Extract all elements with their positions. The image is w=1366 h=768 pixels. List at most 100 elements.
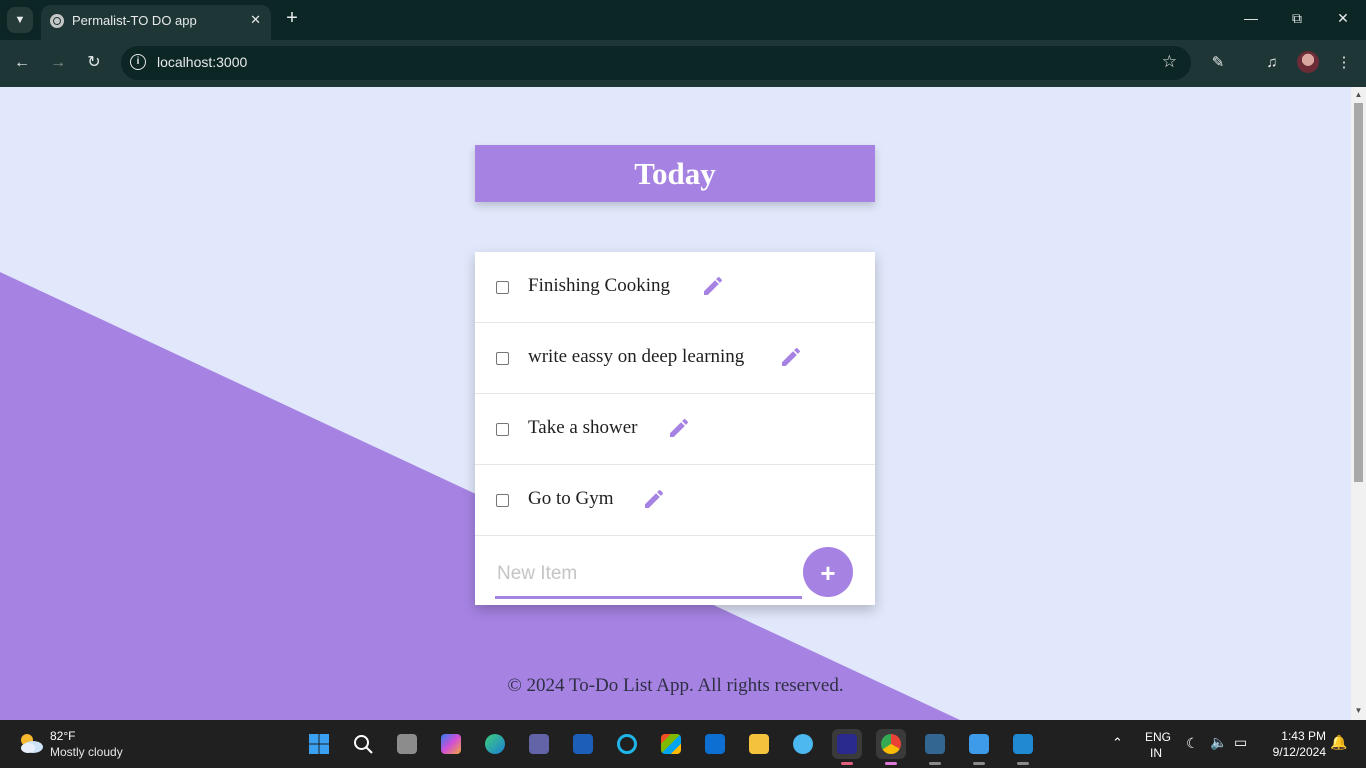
chevron-down-icon: ▼	[14, 14, 26, 26]
language-secondary[interactable]: IN	[1150, 746, 1162, 760]
reload-button[interactable]: ↻	[83, 52, 105, 74]
close-window-button[interactable]: ✕	[1320, 10, 1366, 27]
scroll-down-arrow-icon[interactable]: ▼	[1354, 706, 1363, 715]
new-item-input[interactable]	[495, 551, 802, 599]
store-icon	[661, 734, 681, 754]
notification-bell-icon[interactable]: 🔔	[1330, 734, 1347, 751]
running-indicator	[885, 762, 897, 765]
app-w-button[interactable]	[832, 729, 862, 765]
profile-avatar[interactable]	[1297, 51, 1319, 73]
edge-button[interactable]	[480, 729, 510, 759]
postgres-button[interactable]	[920, 729, 950, 765]
cortana-button[interactable]	[612, 729, 642, 759]
tab-title: Permalist-TO DO app	[72, 13, 197, 28]
search-icon	[354, 735, 373, 754]
clock-date: 9/12/2024	[1272, 745, 1326, 759]
lightbulb-icon	[793, 734, 813, 754]
windows-logo-icon	[309, 734, 329, 754]
browser-tab[interactable]: Permalist-TO DO app ✕	[41, 5, 271, 40]
address-bar[interactable]: i localhost:3000 ☆	[121, 46, 1191, 80]
list-item: Take a shower	[475, 394, 875, 465]
clock-time: 1:43 PM	[1281, 729, 1326, 743]
pencil-icon[interactable]	[779, 345, 803, 369]
extensions-icon[interactable]: ✎	[1207, 52, 1229, 74]
notepad-button[interactable]	[964, 729, 994, 765]
chrome-button[interactable]	[876, 729, 906, 765]
wifi-icon[interactable]: ☾	[1186, 735, 1199, 752]
search-taskbar-button[interactable]	[348, 729, 378, 759]
cortana-icon	[617, 734, 637, 754]
partly-cloudy-icon	[21, 734, 43, 753]
todo-card: Finishing Cooking write eassy on deep le…	[475, 252, 875, 605]
store-button[interactable]	[656, 729, 686, 759]
task-view-icon	[397, 734, 417, 754]
item-title: Finishing Cooking	[528, 275, 670, 296]
volume-icon[interactable]: 🔈	[1210, 734, 1227, 751]
scrollbar-thumb[interactable]	[1354, 103, 1363, 482]
header-box: Today	[475, 145, 875, 202]
back-button[interactable]: ←	[11, 52, 33, 74]
new-tab-button[interactable]: +	[282, 8, 302, 28]
item-checkbox[interactable]	[496, 494, 509, 507]
taskbar: 82°F Mostly cloudy ⌃ ENG IN ☾ 🔈 ▭ 1:43 P…	[0, 720, 1366, 768]
l-app-icon	[705, 734, 725, 754]
page-scrollbar[interactable]: ▲ ▼	[1351, 87, 1366, 720]
item-checkbox[interactable]	[496, 281, 509, 294]
item-checkbox[interactable]	[496, 423, 509, 436]
tab-search-button[interactable]: ▼	[7, 7, 33, 33]
pencil-icon[interactable]	[667, 416, 691, 440]
list-item: write eassy on deep learning	[475, 323, 875, 394]
battery-icon[interactable]: ▭	[1234, 734, 1247, 751]
tips-button[interactable]	[788, 729, 818, 759]
restore-button[interactable]: ⧉	[1274, 10, 1320, 27]
browser-toolbar: ← → ↻ i localhost:3000 ☆ ✎ ♫ ⋮	[0, 40, 1366, 87]
elephant-icon	[925, 734, 945, 754]
site-info-icon[interactable]: i	[130, 54, 146, 70]
add-item-button[interactable]: +	[803, 547, 853, 597]
pencil-icon[interactable]	[701, 274, 725, 298]
task-view-button[interactable]	[392, 729, 422, 759]
running-indicator	[841, 762, 853, 765]
start-button[interactable]	[304, 729, 334, 759]
item-title: write eassy on deep learning	[528, 346, 745, 367]
copilot-icon	[441, 734, 461, 754]
edge-icon	[485, 734, 505, 754]
clock[interactable]: 1:43 PM 9/12/2024	[1262, 728, 1326, 760]
folder-icon	[749, 734, 769, 754]
browser-title-bar: ▼ Permalist-TO DO app ✕ + — ⧉ ✕	[0, 0, 1366, 40]
notepad-icon	[969, 734, 989, 754]
vscode-button[interactable]	[1008, 729, 1038, 765]
chrome-icon	[881, 734, 901, 754]
running-indicator	[1017, 762, 1029, 765]
bookmark-star-icon[interactable]: ☆	[1162, 52, 1177, 72]
page-viewport: Today Finishing Cooking write eassy on d…	[0, 87, 1351, 720]
language-primary[interactable]: ENG	[1145, 730, 1171, 744]
globe-icon	[50, 14, 64, 28]
dev-icon	[573, 734, 593, 754]
scroll-up-arrow-icon[interactable]: ▲	[1354, 90, 1363, 99]
minimize-button[interactable]: —	[1228, 10, 1274, 26]
teams-button[interactable]	[524, 729, 554, 759]
show-hidden-icons-chevron-icon[interactable]: ⌃	[1112, 735, 1123, 751]
copilot-button[interactable]	[436, 729, 466, 759]
file-explorer-button[interactable]	[744, 729, 774, 759]
weather-temperature[interactable]: 82°F	[50, 729, 75, 743]
item-checkbox[interactable]	[496, 352, 509, 365]
forward-button[interactable]: →	[47, 52, 69, 74]
running-indicator	[929, 762, 941, 765]
weather-condition[interactable]: Mostly cloudy	[50, 745, 123, 759]
more-menu-icon[interactable]: ⋮	[1333, 52, 1355, 74]
new-item-row: +	[475, 536, 875, 606]
url-text: localhost:3000	[157, 54, 248, 70]
devhome-button[interactable]	[568, 729, 598, 759]
list-item: Finishing Cooking	[475, 252, 875, 323]
pencil-icon[interactable]	[642, 487, 666, 511]
running-indicator	[973, 762, 985, 765]
page-title: Today	[634, 155, 716, 191]
app-l-button[interactable]	[700, 729, 730, 759]
item-title: Go to Gym	[528, 488, 614, 509]
close-tab-icon[interactable]: ✕	[250, 12, 261, 28]
list-item: Go to Gym	[475, 465, 875, 536]
footer-text: © 2024 To-Do List App. All rights reserv…	[507, 675, 844, 696]
media-control-icon[interactable]: ♫	[1261, 52, 1283, 74]
